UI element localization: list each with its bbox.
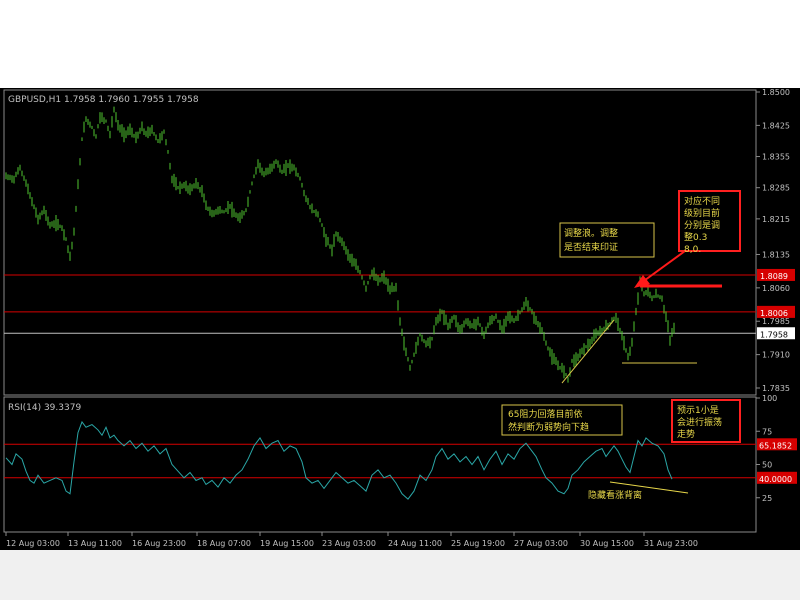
price-tick-label: 1.8215 (762, 215, 790, 224)
price-tick-label: 1.8060 (762, 284, 790, 293)
time-axis: 12 Aug 03:00 13 Aug 11:00 16 Aug 23:00 18 A… (5, 532, 698, 548)
chart-window[interactable]: 1.8089 1.8006 1.7958 65.1852 40.0000 GBPUSD… (0, 88, 800, 550)
price-tick-label: 1.8355 (762, 153, 790, 162)
correction-note-line1: 调整浪。调整 (564, 227, 618, 239)
time-tick-label: 25 Aug 19:00 (451, 539, 505, 548)
level-note-line4: 整0.3 (684, 231, 707, 243)
rsi-tick-label: 75 (762, 427, 772, 436)
level-note-box[interactable]: 对应不同 级别目前 分别是调 整0.3 8,0. (678, 190, 741, 255)
price-tick-label: 1.8500 (762, 88, 790, 97)
level-note-line1: 对应不同 (684, 195, 720, 207)
price-levels: 1.80891.80061.7958 (4, 268, 795, 340)
divergence-note: 隐藏看涨背离 (588, 489, 642, 501)
time-tick-label: 31 Aug 23:00 (644, 539, 698, 548)
current-price-label: 1.7958 (760, 330, 788, 339)
rsi-level-label: 40.0000 (759, 475, 792, 484)
level-note-line5: 8,0. (684, 245, 701, 255)
oscillation-note-line2: 会进行振荡 (677, 416, 722, 428)
oscillation-note-line1: 预示1小是 (677, 405, 719, 416)
level-note-line2: 级别目前 (684, 207, 720, 219)
price-tick-label: 1.8425 (762, 121, 790, 130)
resistance-note-line2: 然判断为弱势向下趋 (508, 421, 589, 433)
price-tick-label: 1.7985 (762, 317, 790, 326)
toolbar-area (0, 0, 800, 89)
time-tick-label: 12 Aug 03:00 (6, 539, 60, 548)
price-tick-label: 1.7910 (762, 351, 790, 360)
chart-canvas[interactable]: 1.80891.80061.7958 65.1852 40.0000 GBPUSD… (0, 88, 800, 550)
time-tick-label: 23 Aug 03:00 (322, 539, 376, 548)
price-tick-label: 1.8135 (762, 250, 790, 259)
price-axis: 1.8500 1.8425 1.8355 1.8285 1.8215 1.8135 1.80… (756, 88, 790, 393)
price-tick-label: 1.7835 (762, 384, 790, 393)
rsi-tick-label: 25 (762, 494, 772, 503)
rsi-tick-label: 100 (762, 394, 777, 403)
time-tick-label: 24 Aug 11:00 (388, 539, 442, 548)
correction-note-box[interactable]: 调整浪。调整 是否结束印证 (559, 222, 655, 258)
status-bar (0, 550, 800, 600)
correction-note-line2: 是否结束印证 (564, 241, 618, 253)
time-tick-label: 18 Aug 07:00 (197, 539, 251, 548)
time-tick-label: 16 Aug 23:00 (132, 539, 186, 548)
level-note-line3: 分别是调 (684, 220, 720, 231)
time-tick-label: 30 Aug 15:00 (580, 539, 634, 548)
rsi-line (5, 420, 673, 500)
price-tick-label: 1.8285 (762, 184, 790, 193)
rsi-level-label: 65.1852 (759, 441, 792, 450)
resistance-note-line1: 65阻力回落目前依 (508, 408, 582, 420)
rsi-tick-label: 50 (762, 461, 772, 470)
time-tick-label: 19 Aug 15:00 (260, 539, 314, 548)
oscillation-note-box[interactable]: 预示1小是 会进行振荡 走势 (671, 399, 741, 443)
time-tick-label: 13 Aug 11:00 (68, 539, 122, 548)
price-pane-border (3, 89, 757, 396)
resistance-note-box[interactable]: 65阻力回落目前依 然判断为弱势向下趋 (501, 404, 623, 436)
annotation-arrow[interactable] (640, 250, 686, 284)
rsi-pane-border (3, 396, 757, 533)
rsi-info: RSI(14) 39.3379 (8, 403, 81, 413)
rising-trendline[interactable] (561, 319, 615, 384)
symbol-info: GBPUSD,H1 1.7958 1.7960 1.7955 1.7958 (8, 95, 199, 105)
oscillation-note-line3: 走势 (677, 428, 695, 440)
time-tick-label: 27 Aug 03:00 (514, 539, 568, 548)
price-level-label: 1.8089 (760, 272, 788, 281)
